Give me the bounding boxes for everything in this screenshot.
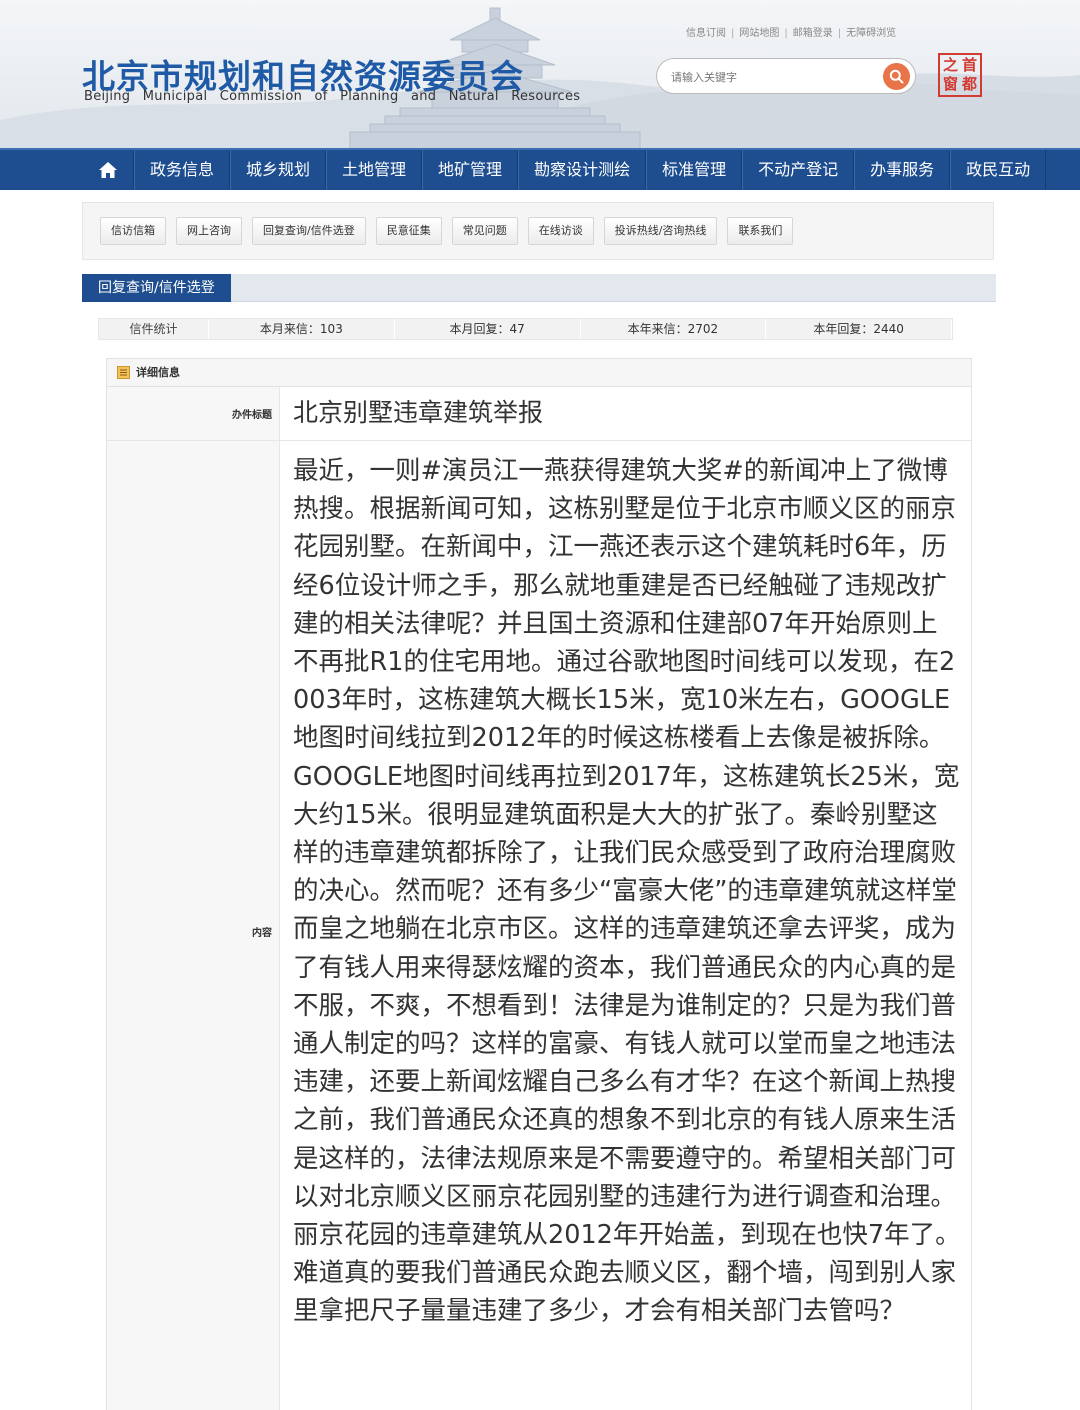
nav-home[interactable]	[82, 150, 134, 190]
site-subtitle: Beijing Municipal Commission of Planning…	[84, 89, 581, 104]
sub-item-online-consult[interactable]: 网上咨询	[176, 217, 242, 245]
top-link-subscribe[interactable]: 信息订阅	[686, 28, 726, 39]
sub-nav: 信访信箱 网上咨询 回复查询/信件选登 民意征集 常见问题 在线访谈 投诉热线/…	[82, 202, 994, 260]
detail-panel: 详细信息 办件标题 北京别墅违章建筑举报 内容 最近，一则#演员江一燕获得建筑大…	[106, 358, 972, 1410]
sub-item-reply-query[interactable]: 回复查询/信件选登	[252, 217, 366, 245]
stat-month-replies: 本月回复：47	[395, 319, 581, 339]
sub-item-faq[interactable]: 常见问题	[451, 217, 518, 245]
nav-item-standards[interactable]: 标准管理	[646, 150, 743, 190]
sub-item-contact-us[interactable]: 联系我们	[727, 217, 794, 245]
top-link-accessibility[interactable]: 无障碍浏览	[846, 28, 896, 39]
seal-char: 之	[942, 56, 958, 74]
section-tab-reply-query[interactable]: 回复查询/信件选登	[82, 274, 231, 302]
sub-item-opinion-collection[interactable]: 民意征集	[375, 217, 442, 245]
nav-item-services[interactable]: 办事服务	[854, 150, 951, 190]
detail-heading: 详细信息	[136, 366, 180, 379]
nav-item-government-info[interactable]: 政务信息	[134, 150, 231, 190]
nav-item-real-estate[interactable]: 不动产登记	[742, 150, 855, 190]
stat-year-replies: 本年回复：2440	[766, 319, 952, 339]
sub-item-online-interview[interactable]: 在线访谈	[527, 217, 594, 245]
capital-window-seal-logo[interactable]: 之 首 窗 都	[938, 53, 982, 97]
seal-char: 首	[961, 56, 977, 74]
detail-header: 详细信息	[107, 359, 971, 387]
letter-title: 北京别墅违章建筑举报	[293, 398, 544, 427]
letter-content: 最近，一则#演员江一燕获得建筑大奖#的新闻冲上了微博热搜。根据新闻可知，这栋别墅…	[293, 456, 961, 1327]
search-box	[656, 58, 916, 94]
home-icon	[98, 162, 117, 178]
main-nav: 政务信息 城乡规划 土地管理 地矿管理 勘察设计测绘 标准管理 不动产登记 办事…	[0, 148, 1080, 190]
title-label: 办件标题	[107, 387, 280, 440]
site-header: 北京市规划和自然资源委员会 Beijing Municipal Commissi…	[0, 0, 1080, 150]
nav-item-survey-design[interactable]: 勘察设计测绘	[518, 150, 647, 190]
nav-item-urban-planning[interactable]: 城乡规划	[230, 150, 327, 190]
document-list-icon	[117, 366, 130, 379]
sub-item-hotline[interactable]: 投诉热线/咨询热线	[603, 217, 718, 245]
nav-item-land-management[interactable]: 土地管理	[326, 150, 423, 190]
stat-year-letters: 本年来信：2702	[581, 319, 767, 339]
search-button[interactable]	[883, 63, 910, 90]
content-row: 内容 最近，一则#演员江一燕获得建筑大奖#的新闻冲上了微博热搜。根据新闻可知，这…	[107, 441, 971, 1410]
sub-item-petition-mailbox[interactable]: 信访信箱	[100, 217, 166, 245]
section-bar: 回复查询/信件选登	[82, 274, 996, 302]
seal-char: 窗	[942, 75, 958, 93]
letter-stats: 信件统计 本月来信：103 本月回复：47 本年来信：2702 本年回复：244…	[98, 318, 953, 340]
top-links: 信息订阅 | 网站地图 | 邮箱登录 | 无障碍浏览	[686, 28, 897, 39]
nav-item-public-interaction[interactable]: 政民互动	[950, 150, 1047, 190]
search-icon	[889, 69, 904, 84]
search-input[interactable]	[671, 67, 871, 87]
title-row: 办件标题 北京别墅违章建筑举报	[107, 387, 971, 441]
top-link-mail-login[interactable]: 邮箱登录	[793, 28, 833, 39]
stats-label: 信件统计	[99, 319, 209, 339]
content-label: 内容	[107, 441, 280, 1410]
stat-month-letters: 本月来信：103	[209, 319, 395, 339]
nav-item-mineral-management[interactable]: 地矿管理	[422, 150, 519, 190]
top-link-sitemap[interactable]: 网站地图	[739, 28, 779, 39]
seal-char: 都	[961, 75, 977, 93]
